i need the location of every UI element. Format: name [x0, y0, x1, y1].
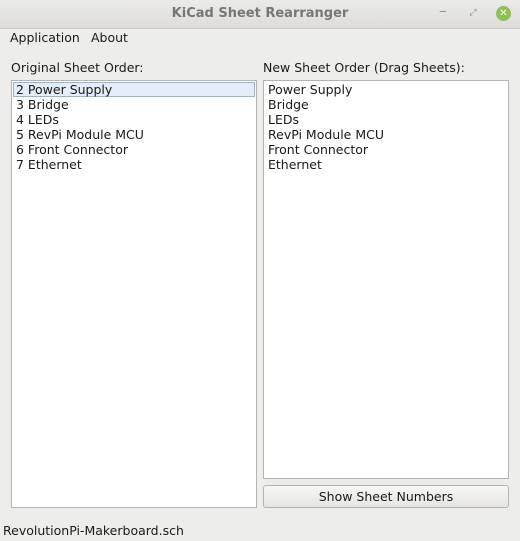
- new-sheet-item[interactable]: Power Supply: [265, 82, 508, 97]
- original-sheet-item[interactable]: 3 Bridge: [13, 97, 256, 112]
- minimize-icon[interactable]: ‒: [436, 4, 450, 18]
- original-sheet-list[interactable]: 2 Power Supply 3 Bridge 4 LEDs 5 RevPi M…: [11, 80, 257, 508]
- menu-about[interactable]: About: [91, 30, 128, 45]
- original-sheet-item[interactable]: 6 Front Connector: [13, 142, 256, 157]
- status-filename: RevolutionPi-Makerboard.sch: [3, 523, 184, 538]
- original-sheet-item[interactable]: 4 LEDs: [13, 112, 256, 127]
- new-sheet-item[interactable]: Ethernet: [265, 157, 508, 172]
- original-order-label: Original Sheet Order:: [11, 60, 144, 75]
- original-sheet-item[interactable]: 7 Ethernet: [13, 157, 256, 172]
- new-sheet-item[interactable]: Bridge: [265, 97, 508, 112]
- original-sheet-item[interactable]: 2 Power Supply: [13, 82, 255, 97]
- original-sheet-item[interactable]: 5 RevPi Module MCU: [13, 127, 256, 142]
- title-bar[interactable]: KiCad Sheet Rearranger ‒ ⤢ ✕: [0, 0, 520, 29]
- close-icon[interactable]: ✕: [496, 6, 511, 21]
- new-sheet-item[interactable]: RevPi Module MCU: [265, 127, 508, 142]
- show-sheet-numbers-button[interactable]: Show Sheet Numbers: [263, 485, 509, 508]
- new-sheet-item[interactable]: Front Connector: [265, 142, 508, 157]
- maximize-icon[interactable]: ⤢: [466, 6, 480, 20]
- menu-application[interactable]: Application: [10, 30, 80, 45]
- new-order-label: New Sheet Order (Drag Sheets):: [263, 60, 465, 75]
- menu-bar: Application About: [0, 29, 520, 47]
- new-sheet-item[interactable]: LEDs: [265, 112, 508, 127]
- new-sheet-list[interactable]: Power Supply Bridge LEDs RevPi Module MC…: [263, 80, 509, 479]
